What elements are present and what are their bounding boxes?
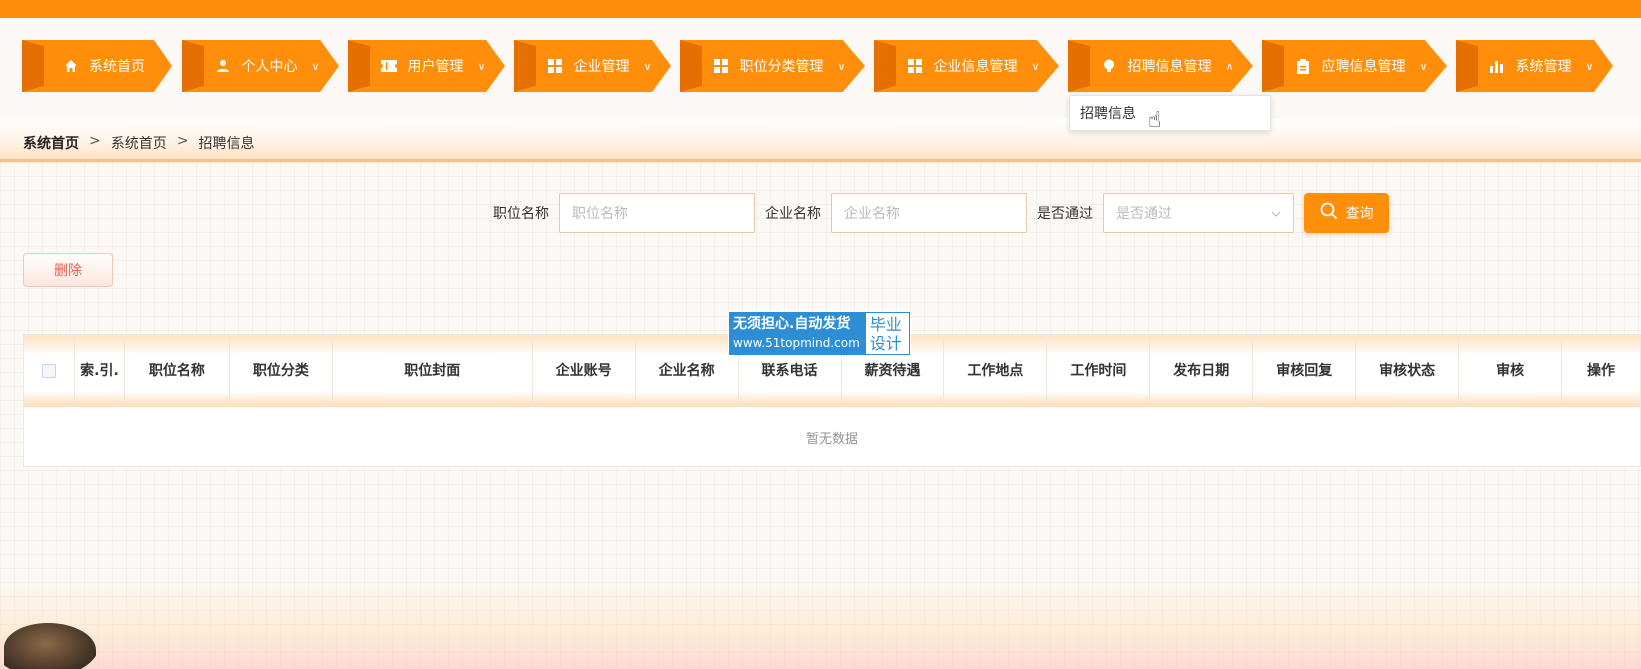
ticket-icon xyxy=(381,58,398,74)
home-icon xyxy=(63,58,79,74)
top-accent-bar xyxy=(0,0,1641,18)
nav-item-company-info-management[interactable]: 企业信息管理 ∨ xyxy=(874,40,1059,92)
nav-item-company-management[interactable]: 企业管理 ∨ xyxy=(514,40,671,92)
grid-icon xyxy=(907,58,923,74)
breadcrumb: 系统首页 > 系统首页 > 招聘信息 xyxy=(23,133,254,153)
grid-icon xyxy=(713,58,729,74)
nav-item-label: 用户管理 xyxy=(407,59,464,75)
watermark-badge: 无须担心.自动发货 www.51topmind.com 毕业 设计 xyxy=(728,311,911,356)
column-header: 发布日期 xyxy=(1150,335,1254,407)
nav-item-home[interactable]: 系统首页 xyxy=(22,40,172,92)
watermark-url: www.51topmind.com xyxy=(733,336,860,350)
clipboard-icon xyxy=(1295,58,1311,74)
query-button[interactable]: 查询 xyxy=(1304,193,1389,233)
background-sunset xyxy=(0,579,1641,669)
chevron-down-icon: ∨ xyxy=(311,59,320,73)
column-header: 审核状态 xyxy=(1356,335,1460,407)
column-header: 职位封面 xyxy=(333,335,533,407)
nav-item-job-category-management[interactable]: 职位分类管理 ∨ xyxy=(680,40,865,92)
column-header: 企业名称 xyxy=(636,335,739,407)
nav-item-label: 招聘信息管理 xyxy=(1127,59,1212,75)
nav-item-label: 应聘信息管理 xyxy=(1321,59,1406,75)
breadcrumb-current: 招聘信息 xyxy=(198,136,255,152)
chevron-down-icon xyxy=(1271,205,1281,221)
column-header: 操作 xyxy=(1587,363,1616,379)
column-header: 审核回复 xyxy=(1253,335,1357,407)
nav-item-label: 个人中心 xyxy=(241,59,298,75)
select-all-checkbox-cell xyxy=(24,335,75,407)
select-all-checkbox[interactable] xyxy=(41,364,56,378)
watermark-text: 无须担心.自动发货 www.51topmind.com xyxy=(729,312,864,355)
nav-item-label: 系统首页 xyxy=(89,59,145,75)
search-icon xyxy=(1320,202,1338,224)
nav-item-recruitment-info-management[interactable]: 招聘信息管理 ∧ xyxy=(1068,40,1253,92)
nav-item-label: 职位分类管理 xyxy=(739,59,824,75)
watermark-badge-label: 毕业 设计 xyxy=(864,313,909,354)
bar-chart-icon xyxy=(1489,58,1505,74)
column-header: 索. 引. xyxy=(75,335,125,407)
nav-item-application-info-management[interactable]: 应聘信息管理 ∨ xyxy=(1262,40,1447,92)
bulb-icon xyxy=(1101,58,1117,74)
chevron-down-icon: ∨ xyxy=(837,59,846,73)
watermark-badge-line2: 设计 xyxy=(869,334,902,353)
nav-item-label: 系统管理 xyxy=(1515,59,1572,75)
approved-select[interactable]: 是否通过 xyxy=(1103,193,1294,233)
column-header: 审核 xyxy=(1459,335,1563,407)
breadcrumb-separator: > xyxy=(89,133,101,149)
chevron-down-icon: ∨ xyxy=(1585,59,1594,73)
job-name-label: 职位名称 xyxy=(493,206,549,222)
column-header: 企业账号 xyxy=(533,335,636,407)
query-button-label: 查询 xyxy=(1345,206,1374,222)
delete-button[interactable]: 删除 xyxy=(23,253,113,287)
chevron-down-icon: ∨ xyxy=(477,59,486,73)
empty-state-text: 暂无数据 xyxy=(805,432,858,447)
chevron-down-icon: ∨ xyxy=(1419,59,1428,73)
hand-cursor-icon: ☝ xyxy=(1148,108,1162,133)
nav-item-personal-center[interactable]: 个人中心 ∨ xyxy=(182,40,339,92)
breadcrumb-level2[interactable]: 系统首页 xyxy=(111,133,167,153)
column-header: 职位分类 xyxy=(230,335,333,407)
nav-item-user-management[interactable]: 用户管理 ∨ xyxy=(348,40,505,92)
grid-icon xyxy=(547,58,563,74)
search-form: 职位名称 职位名称 企业名称 企业名称 是否通过 是否通过 查询 xyxy=(493,193,1389,233)
job-name-input[interactable]: 职位名称 xyxy=(559,193,755,233)
column-header: 职位名称 xyxy=(125,335,230,407)
nav-item-system-management[interactable]: 系统管理 ∨ xyxy=(1456,40,1613,92)
dropdown-item-recruitment-info[interactable]: 招聘信息 xyxy=(1080,103,1136,123)
watermark-badge-line1: 毕业 xyxy=(869,315,902,334)
approved-label: 是否通过 xyxy=(1037,206,1093,222)
approved-select-value: 是否通过 xyxy=(1116,206,1172,222)
breadcrumb-separator: > xyxy=(176,133,189,149)
nav-dropdown-menu: 招聘信息 xyxy=(1069,95,1271,131)
main-nav: 系统首页 个人中心 ∨ 用户管理 ∨ 企业管理 ∨ 职位分类管理 ∨ 企业信息管… xyxy=(0,40,1641,92)
column-header: 工作地点 xyxy=(944,335,1048,407)
company-name-label: 企业名称 xyxy=(765,206,821,222)
chevron-up-icon: ∧ xyxy=(1225,59,1234,73)
breadcrumb-home[interactable]: 系统首页 xyxy=(23,133,79,153)
nav-item-label: 企业管理 xyxy=(573,59,630,75)
company-name-input[interactable]: 企业名称 xyxy=(831,193,1027,233)
user-icon xyxy=(215,58,231,74)
chevron-down-icon: ∨ xyxy=(1031,59,1040,73)
nav-item-label: 企业信息管理 xyxy=(933,59,1018,75)
chevron-down-icon: ∨ xyxy=(643,59,652,73)
column-header: 工作时间 xyxy=(1047,335,1151,407)
watermark-line1: 无须担心.自动发货 xyxy=(733,316,851,332)
